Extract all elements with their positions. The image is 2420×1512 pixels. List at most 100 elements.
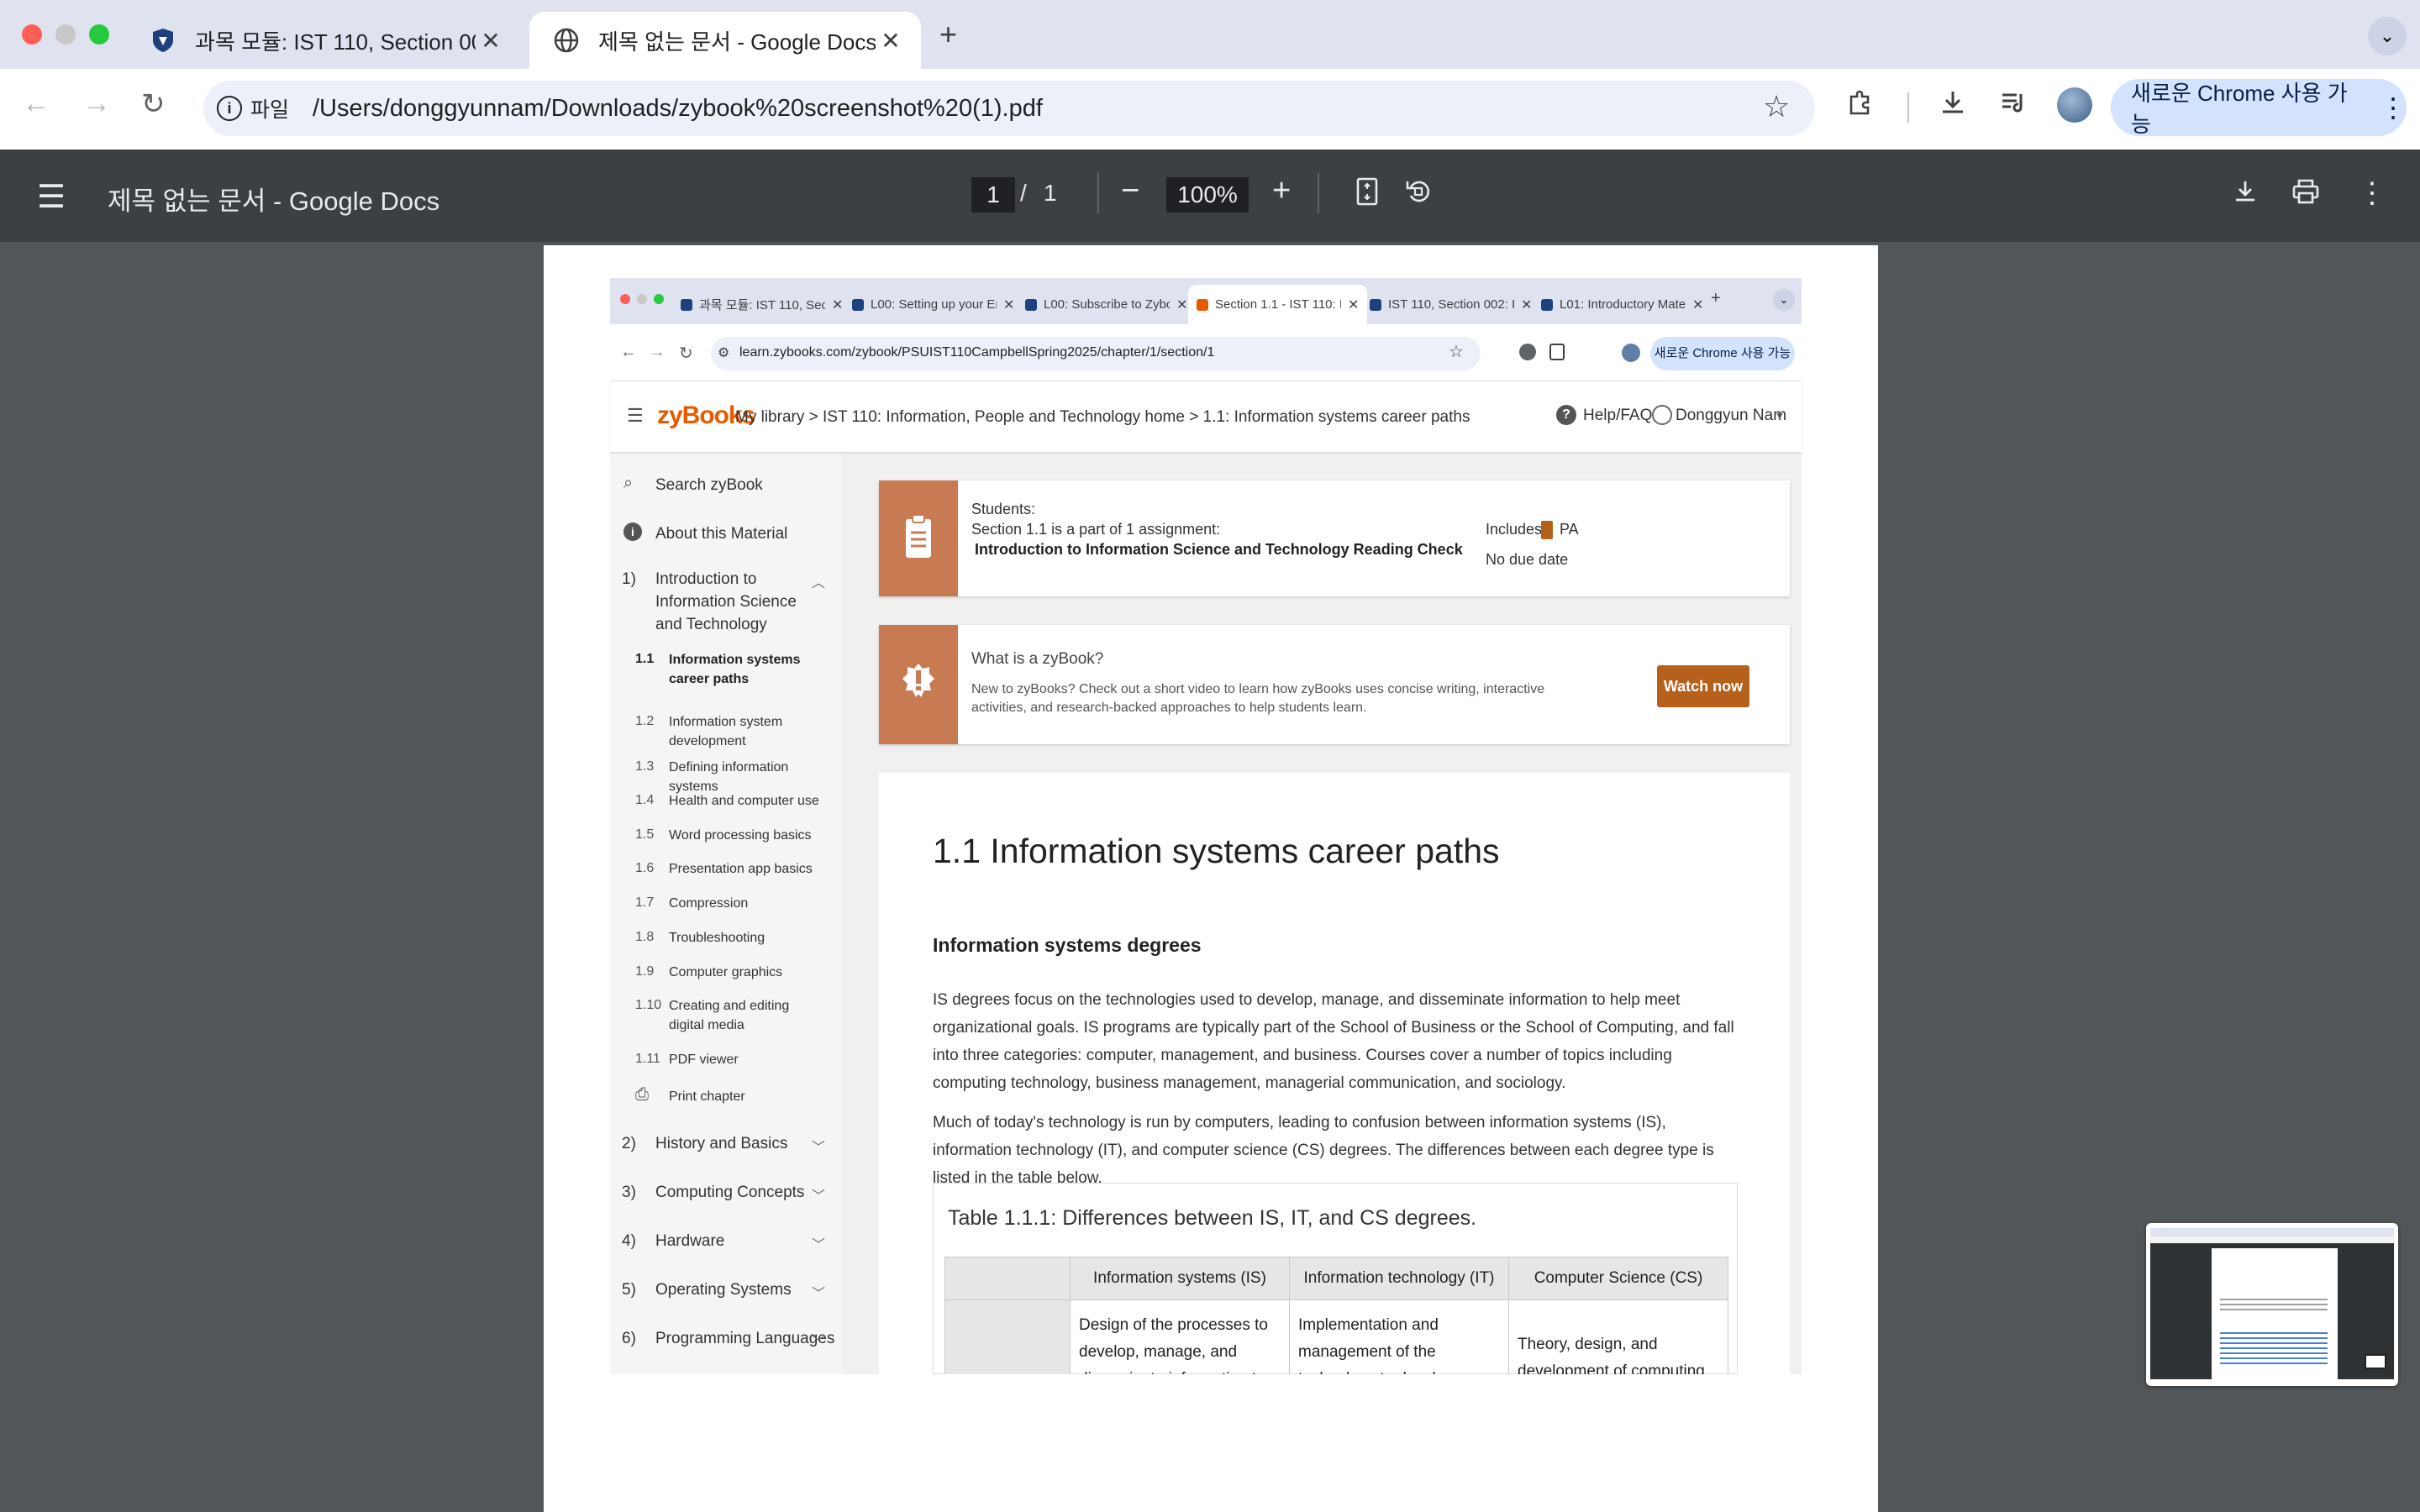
inner-site-settings-icon: ⚙ bbox=[718, 346, 730, 360]
inner-puzzle-icon bbox=[1549, 344, 1565, 360]
close-tab-icon: ✕ bbox=[1692, 297, 1704, 312]
close-tab-icon: ✕ bbox=[832, 297, 844, 312]
close-window-button[interactable] bbox=[22, 24, 42, 45]
print-icon[interactable] bbox=[2291, 176, 2321, 214]
download-icon[interactable] bbox=[1938, 87, 1968, 125]
thumb-viewport-icon bbox=[2365, 1354, 2386, 1369]
section-number: 1.1 bbox=[635, 652, 655, 666]
tab-title: 제목 없는 문서 - Google Docs bbox=[598, 29, 876, 55]
assignment-line: Section 1.1 is a part of 1 assignment: bbox=[971, 521, 1221, 538]
chapter-link: Operating Systems bbox=[655, 1281, 792, 1299]
psu-shield-icon bbox=[1370, 298, 1381, 311]
minimize-window-button[interactable] bbox=[55, 24, 76, 45]
assignment-card bbox=[879, 480, 1790, 596]
toolbar-divider bbox=[1318, 173, 1319, 213]
bookmark-star-icon[interactable]: ☆ bbox=[1763, 89, 1790, 124]
psu-shield-icon bbox=[681, 298, 692, 311]
chevron-down-icon: ﹀ bbox=[812, 1336, 826, 1350]
section-number: 1.11 bbox=[635, 1052, 660, 1066]
tab-search-button[interactable]: ⌄ bbox=[2368, 17, 2407, 55]
extensions-icon[interactable] bbox=[1845, 87, 1876, 125]
tab-google-docs[interactable]: 제목 없는 문서 - Google Docs ✕ bbox=[529, 12, 921, 69]
inner-new-tab-icon: + bbox=[1711, 289, 1721, 307]
info-icon: i bbox=[217, 96, 242, 121]
section-link: Word processing basics bbox=[669, 828, 812, 843]
back-button[interactable]: ← bbox=[22, 87, 50, 120]
more-actions-icon[interactable]: ⋮ bbox=[2358, 176, 2386, 210]
promo-title: What is a zyBook? bbox=[971, 650, 1104, 668]
zoom-in-button[interactable]: + bbox=[1272, 173, 1291, 209]
inner-tab: L00: Setting up your Ent ✕ bbox=[852, 285, 1014, 324]
close-tab-icon[interactable]: ✕ bbox=[476, 27, 506, 55]
table-header-row: Information systems (IS) Information tec… bbox=[944, 1257, 1728, 1300]
update-chrome-button[interactable]: 새로운 Chrome 사용 가능 ⋮ bbox=[2111, 79, 2407, 137]
profile-avatar[interactable] bbox=[2057, 87, 2092, 123]
media-control-icon[interactable] bbox=[1998, 87, 2028, 125]
section-heading: 1.1 Information systems career paths bbox=[933, 832, 1500, 870]
pa-label: PA bbox=[1560, 521, 1579, 538]
chapter-number: 6) bbox=[622, 1330, 636, 1347]
zoom-level-input[interactable]: 100% bbox=[1166, 177, 1249, 213]
page-number-input[interactable]: 1 bbox=[971, 177, 1015, 213]
print-icon: ⎙ bbox=[635, 1085, 649, 1104]
chevron-down-icon: ﹀ bbox=[812, 1238, 826, 1252]
psu-shield-icon bbox=[852, 298, 864, 311]
site-info-chip[interactable]: i 파일 bbox=[217, 92, 289, 124]
inner-tab-active: Section 1.1 - IST 110: Inf ✕ bbox=[1188, 285, 1368, 324]
chevron-down-icon: ﹀ bbox=[812, 1141, 826, 1155]
tab-canvas[interactable]: 과목 모듈: IST 110, Section 002 ✕ bbox=[126, 12, 521, 69]
zoom-out-button[interactable]: − bbox=[1121, 173, 1139, 209]
section-number: 1.7 bbox=[635, 895, 655, 910]
close-tab-icon: ✕ bbox=[1003, 297, 1015, 312]
due-date: No due date bbox=[1486, 551, 1569, 568]
chapter-link: Hardware bbox=[655, 1232, 725, 1250]
user-name: Donggyun Nam bbox=[1676, 407, 1787, 424]
help-link: Help/FAQ bbox=[1583, 407, 1653, 424]
kebab-menu-icon[interactable]: ⋮ bbox=[2380, 92, 2407, 123]
rotate-icon[interactable] bbox=[1403, 176, 1434, 214]
chapter-number: 5) bbox=[622, 1281, 636, 1299]
inner-forward-icon: → bbox=[649, 343, 666, 361]
inner-reload-icon: ↻ bbox=[679, 344, 693, 363]
psu-shield-icon bbox=[1025, 298, 1037, 311]
pdf-download-icon[interactable] bbox=[2230, 176, 2260, 214]
section-number: 1.4 bbox=[635, 793, 655, 807]
sidebar-menu-icon[interactable]: ☰ bbox=[37, 178, 66, 216]
user-icon bbox=[1652, 405, 1672, 425]
zybooks-icon bbox=[1197, 298, 1208, 311]
new-tab-button[interactable]: + bbox=[939, 17, 957, 52]
update-chrome-label: 새로운 Chrome 사용 가능 bbox=[2131, 81, 2348, 137]
pdf-document-title: 제목 없는 문서 - Google Docs bbox=[108, 186, 440, 216]
pa-badge-icon bbox=[1541, 521, 1553, 539]
thumb-toolbar bbox=[2150, 1236, 2394, 1243]
chevron-down-icon: ﹀ bbox=[812, 1287, 826, 1301]
chapter-link: Computing Concepts bbox=[655, 1184, 805, 1201]
forward-button[interactable]: → bbox=[82, 87, 111, 120]
section-link: Information system development bbox=[669, 715, 783, 748]
chapter-number: 2) bbox=[622, 1135, 636, 1152]
close-tab-icon[interactable]: ✕ bbox=[876, 27, 906, 55]
inner-update-chrome: 새로운 Chrome 사용 가능 bbox=[1650, 337, 1795, 370]
page-thumbnail[interactable] bbox=[2146, 1223, 2398, 1386]
inner-url: learn.zybooks.com/zybook/PSUIST110Campbe… bbox=[739, 345, 1215, 360]
zoom-window-button[interactable] bbox=[89, 24, 109, 45]
inner-zoom-dot bbox=[654, 294, 664, 304]
psu-shield-icon bbox=[1541, 298, 1553, 311]
section-number: 1.9 bbox=[635, 964, 655, 979]
alert-icon bbox=[901, 662, 936, 711]
fit-to-page-icon[interactable] bbox=[1355, 176, 1380, 214]
reload-button[interactable]: ↻ bbox=[141, 87, 166, 121]
thumb-page bbox=[2212, 1248, 2338, 1379]
inner-avatar bbox=[1622, 344, 1640, 362]
inner-tab: L01: Introductory Mater ✕ bbox=[1541, 285, 1703, 324]
section-number: 1.3 bbox=[635, 759, 655, 774]
zy-menu-icon: ☰ bbox=[627, 405, 644, 426]
table-corner-cell bbox=[944, 1257, 1071, 1300]
section-number: 1.2 bbox=[635, 714, 655, 728]
assignment-name: Introduction to Information Science and … bbox=[975, 541, 1463, 558]
section-link: Information systems career paths bbox=[669, 653, 801, 686]
clipboard-icon bbox=[904, 514, 933, 565]
search-icon: ⌕ bbox=[623, 474, 634, 492]
url-text[interactable]: /Users/donggyunnam/Downloads/zybook%20sc… bbox=[313, 92, 1043, 124]
close-tab-icon: ✕ bbox=[1521, 297, 1533, 312]
